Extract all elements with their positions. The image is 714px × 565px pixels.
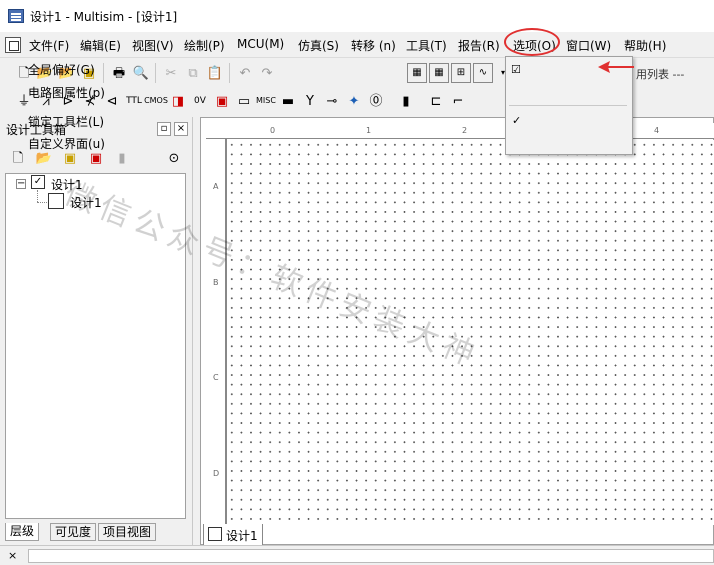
bus-icon[interactable]: ⊏ [426, 91, 446, 111]
ruler-row-label: C [213, 373, 219, 382]
power-icon[interactable]: ▭ [234, 91, 254, 111]
ruler-row-label: A [213, 182, 219, 191]
red-arrow-annotation [598, 61, 634, 73]
print-icon[interactable]: 🖶 [109, 63, 129, 83]
menu-transfer[interactable]: 转移 (n) [351, 37, 396, 54]
tab-visibility[interactable]: 可见度 [50, 523, 97, 541]
checkmark-icon: ✓ [512, 114, 522, 127]
document-tab[interactable]: 设计1 [203, 524, 263, 546]
status-field [28, 549, 714, 563]
analog-icon[interactable]: ⊲ [102, 91, 122, 111]
connectors-icon[interactable]: ⓪ [366, 91, 386, 111]
menu-item-sheet-properties[interactable]: 电路图属性(p) [28, 84, 105, 101]
menu-edit[interactable]: 编辑(E) [80, 37, 121, 54]
cmos-icon[interactable]: CMOS [144, 91, 168, 111]
tab-hierarchy[interactable]: 层级 [5, 523, 40, 541]
top-ruler [206, 123, 714, 139]
document-icon[interactable] [5, 37, 21, 53]
menu-tools[interactable]: 工具(T) [406, 37, 447, 54]
ruler-col-label: 1 [366, 126, 372, 135]
toolbar-separator [229, 63, 230, 83]
wire-icon[interactable]: ⌐ [448, 91, 468, 111]
red-circle-annotation [504, 28, 560, 56]
ruler-col-label: 4 [654, 126, 660, 135]
panel-pin-icon[interactable]: ▫ [157, 122, 171, 136]
misc-icon[interactable]: MISC [256, 91, 276, 111]
menu-window[interactable]: 窗口(W) [566, 37, 611, 54]
menu-item-lock-toolbars[interactable]: 锁定工具栏(L) [28, 113, 104, 130]
menu-reports[interactable]: 报告(R) [458, 37, 500, 54]
component-list-partial-text: 用列表 --- [636, 68, 685, 81]
menu-item-customize-interface[interactable]: 自定义界面(u) [28, 135, 105, 152]
indicator-icon[interactable]: ▣ [212, 91, 232, 111]
panel-close-button[interactable]: × [174, 122, 188, 136]
window-title: 设计1 - Multisim - [设计1] [30, 10, 178, 24]
ruler-col-label: 2 [462, 126, 468, 135]
menu-separator [509, 105, 627, 106]
ruler-row-label: B [213, 278, 219, 287]
ttl-icon[interactable]: TTL [124, 91, 144, 111]
grapher-icon[interactable]: ⊞ [451, 63, 471, 83]
paste-icon[interactable]: 📋 [205, 63, 225, 83]
menu-mcu[interactable]: MCU(M) [237, 37, 284, 51]
design-check-icon: ✓ [31, 175, 45, 189]
tree-line [37, 202, 47, 203]
spreadsheet-icon[interactable]: ▦ [429, 63, 449, 83]
ruler-row-label: D [213, 469, 220, 478]
component-view-icon[interactable]: ▦ [407, 63, 427, 83]
multisim-app-icon [8, 9, 24, 23]
mcu-icon[interactable]: ◨ [168, 91, 188, 111]
menu-item-global-preferences[interactable]: 全局偏好(G) [28, 61, 95, 78]
ni-components-icon[interactable]: ✦ [344, 91, 364, 111]
ruler-tick-line [226, 139, 227, 525]
menu-view[interactable]: 视图(V) [132, 37, 174, 54]
menu-place[interactable]: 绘制(P) [184, 37, 225, 54]
left-ruler [206, 139, 226, 539]
tab-project-view[interactable]: 项目视图 [98, 523, 157, 541]
electromechanical-icon[interactable]: ⊸ [322, 91, 342, 111]
rf-icon[interactable]: Y [300, 91, 320, 111]
undo-icon[interactable]: ↶ [235, 63, 255, 83]
menu-simulate[interactable]: 仿真(S) [298, 37, 339, 54]
redo-icon[interactable]: ↷ [257, 63, 277, 83]
analysis-icon[interactable]: ∿ [473, 63, 493, 83]
statusbar-close-icon[interactable]: × [8, 549, 17, 562]
tree-collapse-icon[interactable]: − [16, 179, 26, 189]
menu-help[interactable]: 帮助(H) [624, 37, 666, 54]
hierarchy-icon[interactable]: ⊙ [164, 148, 184, 168]
toolbar-separator [155, 63, 156, 83]
document-tab-label: 设计1 [226, 529, 258, 543]
preferences-icon: ☑ [511, 63, 521, 76]
menu-file[interactable]: 文件(F) [29, 37, 69, 54]
cut-icon[interactable]: ✂ [161, 63, 181, 83]
print-preview-icon[interactable]: 🔍 [131, 63, 151, 83]
schematic-icon [208, 527, 222, 541]
mixed-icon[interactable]: 0V [190, 91, 210, 111]
hierarchical-block-icon[interactable]: ▮ [396, 91, 416, 111]
advanced-peripherals-icon[interactable]: ▬ [278, 91, 298, 111]
new-design-icon[interactable]: 🗋 [8, 148, 28, 168]
ruler-col-label: 0 [270, 126, 276, 135]
copy-icon[interactable]: ⧉ [183, 63, 203, 83]
toolbar-separator [103, 63, 104, 83]
delete-design-icon[interactable]: ▮ [112, 148, 132, 168]
tree-line [37, 190, 38, 202]
